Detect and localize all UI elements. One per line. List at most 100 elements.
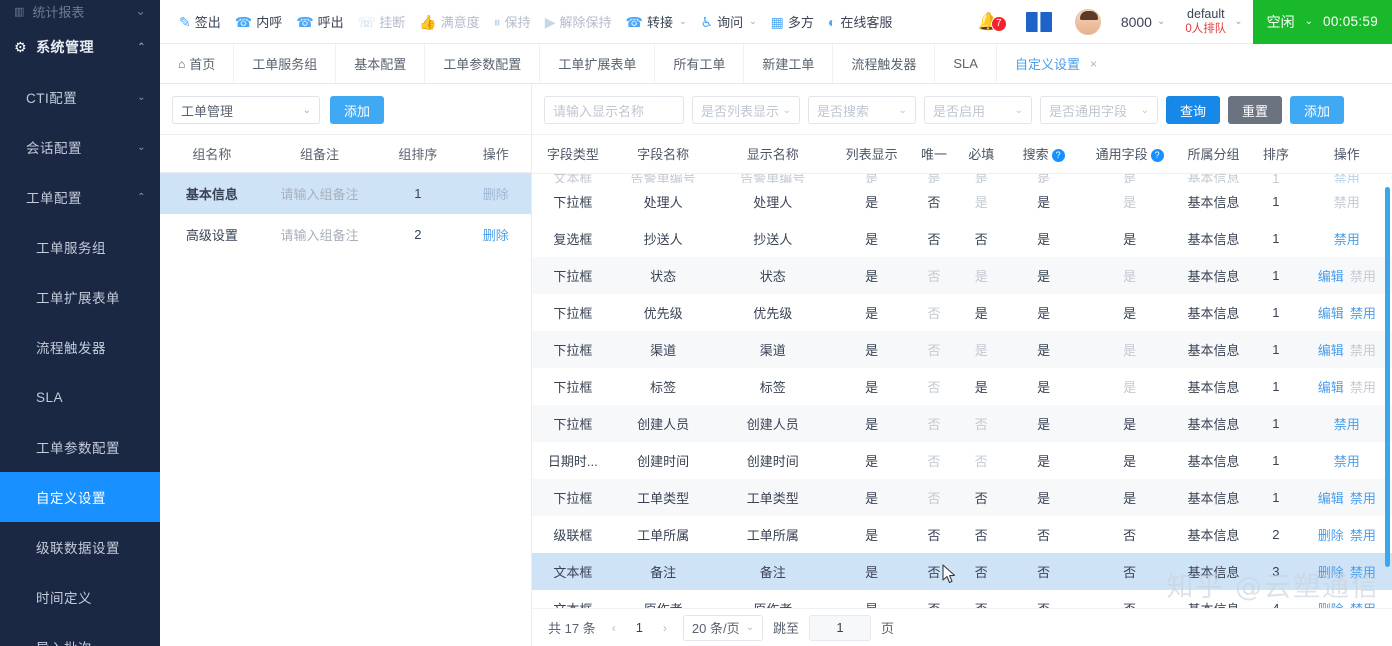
field-delete-link[interactable]: 删除: [1318, 602, 1344, 608]
field-disable-link[interactable]: 禁用: [1334, 417, 1360, 432]
sidebar-item-extend-form[interactable]: 工单扩展表单: [0, 272, 160, 322]
field-edit-link[interactable]: 编辑: [1318, 491, 1344, 506]
chevron-right-icon[interactable]: ›: [657, 621, 673, 635]
group-delete-link[interactable]: 删除: [483, 187, 509, 202]
tab-flow-trigger[interactable]: 流程触发器: [833, 44, 936, 83]
field-disable-link[interactable]: 禁用: [1350, 565, 1376, 580]
toolbar-button-internal-call[interactable]: ☎ 内呼: [228, 0, 289, 44]
group-delete-link[interactable]: 删除: [483, 228, 509, 243]
common-field-select[interactable]: 是否通用字段 ⌄: [1040, 96, 1158, 124]
sidebar-item-cascade-data[interactable]: 级联数据设置: [0, 522, 160, 572]
toolbar-button-multiparty[interactable]: ▦ 多方: [764, 0, 821, 44]
field-disable-link[interactable]: 禁用: [1350, 602, 1376, 608]
knowledge-book-button[interactable]: [1013, 10, 1065, 34]
queue-selector[interactable]: default 0人排队 ⌄: [1175, 7, 1252, 37]
field-disable-link[interactable]: 禁用: [1334, 174, 1360, 184]
table-row[interactable]: 下拉框 优先级 优先级 是 否 是 是 是 基本信息 1 编辑 禁用: [532, 294, 1392, 331]
group-remark[interactable]: 请输入组备注: [263, 172, 376, 214]
field-edit-link[interactable]: 编辑: [1318, 380, 1344, 395]
sidebar-item-session[interactable]: 会话配置 ⌄: [0, 122, 160, 172]
sidebar-item-cti[interactable]: CTI配置 ⌄: [0, 72, 160, 122]
toolbar-button-signout[interactable]: ✎ 签出: [172, 0, 228, 44]
tab-new-ticket[interactable]: 新建工单: [744, 44, 834, 83]
table-row[interactable]: 日期时... 创建时间 创建时间 是 否 否 是 是 基本信息 1 禁用: [532, 442, 1392, 479]
field-edit-link[interactable]: 编辑: [1318, 343, 1344, 358]
query-button[interactable]: 查询: [1166, 96, 1221, 124]
pagination-page[interactable]: 1: [632, 620, 647, 635]
avatar[interactable]: [1074, 8, 1101, 35]
toolbar-button-transfer[interactable]: ☎ 转接 ⌄: [618, 0, 693, 44]
table-row[interactable]: 高级设置 请输入组备注 2 删除: [160, 214, 531, 255]
toolbar-button-unhold[interactable]: ▶ 解除保持: [538, 0, 619, 44]
tab-custom-settings[interactable]: 自定义设置 ×: [997, 44, 1115, 83]
field-disable-link[interactable]: 禁用: [1334, 232, 1360, 247]
table-row[interactable]: 文本框 原作者 原作者 是 否 否 否 否 基本信息 4 删除禁用: [532, 590, 1392, 608]
page-size-select[interactable]: 20 条/页 ⌄: [682, 614, 763, 641]
group-add-button[interactable]: 添加: [330, 96, 385, 124]
table-row[interactable]: 基本信息 请输入组备注 1 删除: [160, 172, 531, 214]
field-disable-link[interactable]: 禁用: [1334, 454, 1360, 469]
table-row[interactable]: 级联框 工单所属 工单所属 是 否 否 否 否 基本信息 2 删除 禁用: [532, 516, 1392, 553]
tab-basic-config[interactable]: 基本配置: [336, 44, 426, 83]
help-icon[interactable]: ?: [1051, 148, 1065, 162]
toolbar-button-consult[interactable]: ♿ 询问 ⌄: [694, 0, 764, 44]
extension-selector[interactable]: 8000 ⌄: [1111, 14, 1176, 30]
agent-status[interactable]: 空闲 ⌄ 00:05:59: [1252, 0, 1392, 44]
sidebar-item-service-group[interactable]: 工单服务组: [0, 222, 160, 272]
sidebar-item-ticket-config[interactable]: 工单配置 ⌃: [0, 172, 160, 222]
scrollbar-thumb[interactable]: [1385, 187, 1390, 567]
toolbar-button-hangup[interactable]: ☏ 挂断: [351, 0, 413, 44]
field-disable-link[interactable]: 禁用: [1350, 269, 1376, 284]
toolbar-button-satisfaction[interactable]: 👍 满意度: [412, 0, 486, 44]
close-icon[interactable]: ×: [1090, 57, 1097, 71]
field-add-button[interactable]: 添加: [1290, 96, 1345, 124]
jump-input[interactable]: 1: [809, 614, 872, 641]
group-remark[interactable]: 请输入组备注: [264, 214, 375, 255]
table-row[interactable]: 下拉框 状态 状态 是 否 是 是 是 基本信息 1 编辑 禁用: [532, 257, 1392, 294]
field-delete-link[interactable]: 删除: [1318, 565, 1344, 580]
sidebar-item-statistics[interactable]: ▥ 统计报表 ⌄: [0, 0, 160, 22]
table-row[interactable]: 下拉框 标签 标签 是 否 是 是 是 基本信息 1 编辑 禁用: [532, 368, 1392, 405]
field-edit-link[interactable]: 编辑: [1318, 269, 1344, 284]
field-disable-link[interactable]: 禁用: [1350, 528, 1376, 543]
module-select[interactable]: 工单管理 ⌄: [172, 96, 320, 124]
chevron-left-icon[interactable]: ‹: [606, 621, 622, 635]
searchable-select[interactable]: 是否搜索 ⌄: [808, 96, 916, 124]
tab-extend-form[interactable]: 工单扩展表单: [540, 44, 656, 83]
field-disable-link[interactable]: 禁用: [1350, 343, 1376, 358]
table-row[interactable]: 下拉框 工单类型 工单类型 是 否 否 是 是 基本信息 1 编辑 禁用: [532, 479, 1392, 516]
toolbar-button-hold[interactable]: ⏸ 保持: [487, 0, 538, 44]
list-display-select[interactable]: 是否列表显示 ⌄: [692, 96, 800, 124]
tab-service-group[interactable]: 工单服务组: [234, 44, 337, 83]
display-name-input[interactable]: 请输入显示名称: [544, 96, 684, 124]
sidebar-item-sla[interactable]: SLA: [0, 372, 160, 422]
field-delete-link[interactable]: 删除: [1318, 528, 1344, 543]
sidebar-item-time-definition[interactable]: 时间定义: [0, 572, 160, 622]
help-icon[interactable]: ?: [1150, 148, 1164, 162]
sidebar-item-ticket-params[interactable]: 工单参数配置: [0, 422, 160, 472]
sidebar-item-import-batch[interactable]: 导入批次: [0, 622, 160, 646]
table-row[interactable]: 文本框 备注 备注 是 否 否 否 否 基本信息 3 删除 禁用: [532, 553, 1392, 590]
tab-home[interactable]: ⌂ 首页: [174, 44, 235, 83]
table-row[interactable]: 下拉框 处理人 处理人 是 否 是 是 是 基本信息 1 禁用: [532, 183, 1392, 220]
sidebar-group-system[interactable]: ⚙ 系统管理 ⌃: [0, 22, 160, 72]
table-row[interactable]: 下拉框 渠道 渠道 是 否 是 是 是 基本信息 1 编辑 禁用: [532, 331, 1392, 368]
sidebar-item-custom-settings[interactable]: 自定义设置: [0, 472, 160, 522]
enabled-select[interactable]: 是否启用 ⌄: [924, 96, 1032, 124]
reset-button[interactable]: 重置: [1228, 96, 1283, 124]
field-disable-link[interactable]: 禁用: [1350, 491, 1376, 506]
table-row[interactable]: 下拉框 创建人员 创建人员 是 否 否 是 是 基本信息 1 禁用: [532, 405, 1392, 442]
tab-sla[interactable]: SLA: [935, 44, 997, 83]
table-row[interactable]: 文本框 告警单编号 告警单编号 是 是 是 是 是 基本信息 1 禁用: [532, 174, 1392, 184]
toolbar-button-outbound-call[interactable]: ☎ 呼出: [289, 0, 350, 44]
notification-bell[interactable]: 🔔 7: [964, 12, 1013, 32]
sidebar-item-flow-trigger[interactable]: 流程触发器: [0, 322, 160, 372]
table-row[interactable]: 复选框 抄送人 抄送人 是 否 否 是 是 基本信息 1 禁用: [532, 220, 1392, 257]
toolbar-button-online-service[interactable]: ◐ 在线客服: [821, 0, 899, 44]
tab-all-tickets[interactable]: 所有工单: [655, 44, 745, 83]
field-disable-link[interactable]: 禁用: [1350, 380, 1376, 395]
tab-ticket-params[interactable]: 工单参数配置: [425, 44, 541, 83]
vertical-scrollbar[interactable]: [1385, 159, 1390, 608]
field-disable-link[interactable]: 禁用: [1350, 306, 1376, 321]
field-edit-link[interactable]: 编辑: [1318, 306, 1344, 321]
